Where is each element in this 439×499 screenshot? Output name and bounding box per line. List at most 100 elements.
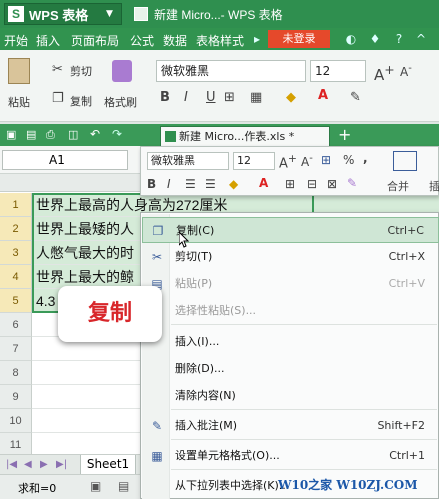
view-layout-icon[interactable]: ▤ — [118, 479, 129, 493]
paste-label[interactable]: 粘贴 — [8, 94, 30, 110]
first-sheet-icon[interactable]: |◀ — [6, 459, 17, 470]
row-header-10[interactable]: 10 — [0, 409, 32, 433]
menu-item-label: 删除(D)... — [175, 362, 225, 375]
menu-table-style[interactable]: 表格样式 — [196, 32, 244, 49]
border-icon[interactable]: ⊞ — [224, 90, 235, 105]
currency-icon[interactable]: ⊞ — [321, 153, 331, 167]
bold-icon[interactable]: B — [147, 177, 156, 191]
delete-row-icon[interactable]: ⊠ — [327, 177, 337, 191]
preview-icon[interactable]: ◫ — [68, 128, 78, 141]
menu-start[interactable]: 开始 — [4, 32, 28, 49]
align-center-icon[interactable]: ☰ — [205, 177, 216, 191]
menu-item-shortcut: Shift+F2 — [377, 419, 425, 432]
menu-item-label: 选择性粘贴(S)... — [175, 304, 257, 317]
italic-icon[interactable]: I — [167, 177, 171, 191]
menu-item-shortcut: Ctrl+V — [388, 277, 425, 290]
help-icon[interactable]: ? — [392, 32, 406, 46]
grow-font-icon[interactable]: A+ — [279, 152, 297, 171]
mini-size-select[interactable]: 12 — [233, 152, 275, 170]
next-sheet-icon[interactable]: ▶ — [40, 459, 48, 470]
copy-label[interactable]: 复制 — [70, 93, 92, 109]
menu-item-paste[interactable]: ▤ 粘贴(P) Ctrl+V — [142, 271, 439, 297]
undo-icon[interactable]: ↶ — [90, 127, 100, 141]
save-icon[interactable]: ▣ — [6, 128, 16, 141]
chevron-down-icon[interactable]: ▼ — [106, 9, 113, 19]
scissors-icon[interactable]: ✂ — [52, 62, 63, 77]
redo-icon[interactable]: ↷ — [112, 127, 122, 141]
format-painter-icon[interactable] — [112, 60, 132, 82]
name-box[interactable]: A1 — [2, 150, 128, 170]
menu-separator — [171, 409, 437, 410]
merge-icon[interactable]: ▦ — [250, 90, 262, 105]
view-normal-icon[interactable]: ▣ — [90, 479, 101, 493]
fill-color-icon[interactable]: ◆ — [229, 177, 238, 191]
insert-row-icon[interactable]: ⊟ — [307, 177, 317, 191]
menu-item-shortcut: Ctrl+C — [387, 224, 424, 237]
menu-item-paste-special[interactable]: 选择性粘贴(S)... — [142, 298, 439, 324]
print-icon[interactable]: ⎙ — [46, 128, 55, 142]
menu-data[interactable]: 数据 — [163, 32, 187, 49]
font-family-select[interactable]: 微软雅黑 — [156, 60, 306, 82]
format-painter-icon[interactable]: ✎ — [347, 176, 357, 190]
grow-font-icon[interactable]: A+ — [374, 62, 395, 84]
underline-button[interactable]: U — [206, 90, 216, 105]
font-size-select[interactable]: 12 — [310, 60, 366, 82]
shirt-icon[interactable]: ♦ — [368, 32, 382, 46]
menu-item-format-cells[interactable]: ▦ 设置单元格格式(O)... Ctrl+1 — [142, 443, 439, 469]
shrink-font-icon[interactable]: A- — [301, 153, 313, 169]
cut-label[interactable]: 剪切 — [70, 63, 92, 79]
comma-icon[interactable]: , — [363, 151, 368, 165]
menu-item-insert[interactable]: 插入(I)... — [142, 329, 439, 355]
menu-item-label: 从下拉列表中选择(K)... — [175, 479, 290, 492]
menu-formula[interactable]: 公式 — [130, 32, 154, 49]
align-icon[interactable]: ☰ — [185, 177, 196, 191]
document-tab-bar: ▣ ▤ ⎙ ◫ ↶ ↷ 新建 Micro...作表.xls * + — [0, 124, 439, 146]
sheet-tab[interactable]: Sheet1 — [80, 455, 136, 475]
font-color-icon[interactable]: A — [259, 176, 268, 190]
fill-color-icon[interactable]: ◆ — [286, 90, 296, 105]
save-icon[interactable]: ▤ — [26, 128, 36, 141]
insert-button[interactable]: 插 — [429, 178, 439, 194]
collapse-icon[interactable]: ^ — [414, 32, 428, 46]
row-header-3[interactable]: 3 — [0, 241, 32, 265]
new-tab-icon[interactable]: + — [338, 125, 351, 144]
comment-icon: ✎ — [151, 419, 163, 433]
row-header-8[interactable]: 8 — [0, 361, 32, 385]
mini-font-select[interactable]: 微软雅黑 — [147, 152, 229, 170]
row-header-6[interactable]: 6 — [0, 313, 32, 337]
menu-separator — [171, 439, 437, 440]
login-button[interactable]: 未登录 — [268, 30, 330, 48]
shrink-font-icon[interactable]: A- — [400, 63, 412, 79]
row-header-1[interactable]: 1 — [0, 193, 32, 217]
document-tab[interactable]: 新建 Micro...作表.xls * — [160, 126, 330, 146]
scissors-icon: ✂ — [151, 250, 163, 264]
paste-icon[interactable] — [8, 58, 30, 84]
last-sheet-icon[interactable]: ▶| — [56, 459, 67, 470]
merge-center-icon[interactable] — [393, 151, 417, 171]
row-header-7[interactable]: 7 — [0, 337, 32, 361]
prev-sheet-icon[interactable]: ◀ — [24, 459, 32, 470]
border-icon[interactable]: ⊞ — [285, 177, 295, 191]
font-color-icon[interactable]: A — [318, 88, 328, 103]
row-header-4[interactable]: 4 — [0, 265, 32, 289]
menu-insert[interactable]: 插入 — [36, 32, 60, 49]
row-header-5[interactable]: 5 — [0, 289, 32, 313]
italic-button[interactable]: I — [184, 90, 188, 105]
app-logo-icon: S — [8, 6, 24, 22]
clear-format-icon[interactable]: ✎ — [350, 90, 361, 105]
copy-icon[interactable]: ❐ — [52, 91, 64, 106]
bold-button[interactable]: B — [160, 90, 170, 105]
skin-icon[interactable]: ◐ — [344, 32, 358, 46]
more-arrow-icon[interactable]: ▸ — [250, 32, 264, 46]
format-painter-label[interactable]: 格式刷 — [104, 94, 137, 110]
menu-bar: 开始 插入 页面布局 公式 数据 表格样式 ▸ 未登录 ◐ ♦ ? ^ — [0, 28, 439, 50]
menu-item-delete[interactable]: 删除(D)... — [142, 356, 439, 382]
menu-page-layout[interactable]: 页面布局 — [71, 32, 119, 49]
percent-button[interactable]: % — [343, 153, 354, 167]
menu-item-clear-contents[interactable]: 清除内容(N) — [142, 383, 439, 409]
row-header-9[interactable]: 9 — [0, 385, 32, 409]
app-menu-button[interactable]: S WPS 表格 — [4, 3, 122, 25]
row-header-2[interactable]: 2 — [0, 217, 32, 241]
merge-button[interactable]: 合并 — [387, 178, 409, 194]
menu-item-insert-comment[interactable]: ✎ 插入批注(M) Shift+F2 — [142, 413, 439, 439]
